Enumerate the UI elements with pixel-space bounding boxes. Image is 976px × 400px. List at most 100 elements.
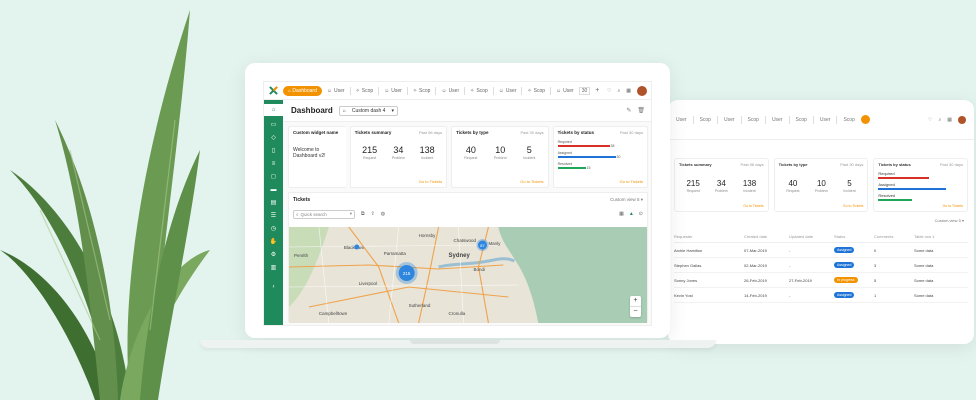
go-to-tickets-link[interactable]: Go to Tickets xyxy=(943,204,963,208)
view-select[interactable]: Custom view 5 ▾ xyxy=(610,197,643,203)
table-row[interactable]: Stephen Gallas 02-Mar-2019 - Assigned 3 … xyxy=(674,258,968,273)
stat-value: 40 xyxy=(788,179,798,188)
monitor-icon[interactable]: ▭ xyxy=(270,121,278,129)
clock-icon[interactable]: ◷ xyxy=(270,225,278,233)
database-icon[interactable]: ≡ xyxy=(270,160,278,168)
tab-label: Scop xyxy=(419,87,431,94)
tickets-summary-card: Tickets summary Past 96 days 215 Request 3… xyxy=(349,126,448,188)
tablet-tab[interactable]: Scop xyxy=(748,117,759,123)
tablet-tab[interactable]: User xyxy=(820,117,831,123)
table-row[interactable]: Archie Hamilton 07-Mar-2019 - Assigned 0… xyxy=(674,243,968,258)
cell-created: 02-Mar-2019 xyxy=(744,262,767,268)
column-header[interactable]: Table row 1 xyxy=(914,234,954,239)
tablet-active-indicator[interactable] xyxy=(860,115,870,124)
column-header[interactable]: Updated date xyxy=(789,234,834,239)
stat-value: 10 xyxy=(816,179,826,188)
tablet-tab[interactable]: Scop xyxy=(843,117,854,123)
home-icon[interactable]: ⌂ xyxy=(264,104,283,116)
tab-user[interactable]: ☺ User xyxy=(556,88,574,94)
table-view-icon[interactable]: ▦ xyxy=(619,211,624,217)
globe-icon[interactable]: ◍ xyxy=(381,211,385,217)
tablet-tab[interactable]: Scop xyxy=(700,117,711,123)
dashboard-tab-label: Dashboard xyxy=(292,87,317,94)
cell-created: 14-Feb-2019 xyxy=(744,292,767,298)
status-label: Resolved xyxy=(878,193,896,198)
tag-icon[interactable]: ◇ xyxy=(270,134,278,142)
document-icon[interactable]: ▤ xyxy=(270,199,278,207)
column-header[interactable]: Created date xyxy=(744,234,789,239)
calendar-icon[interactable]: ▦ xyxy=(626,88,631,94)
hand-icon[interactable]: ✋ xyxy=(270,238,278,246)
stat-label: Incident xyxy=(743,189,756,193)
tab-label: Scop xyxy=(476,87,488,94)
table-row[interactable]: Kevin Yost 14-Feb-2019 - Assigned 1 Some… xyxy=(674,288,968,303)
search-icon[interactable]: ⌕ xyxy=(617,88,620,94)
zoom-out-button[interactable]: − xyxy=(630,306,641,317)
delete-icon[interactable]: 🗑 xyxy=(637,107,645,114)
list-icon[interactable]: ☰ xyxy=(270,212,278,220)
trash-icon[interactable]: ▯ xyxy=(270,147,278,155)
app-logo-icon[interactable] xyxy=(268,86,278,96)
table-row[interactable]: Sonny Jones 26-Feb-2019 27-Feb-2019 In p… xyxy=(674,273,968,288)
column-header[interactable]: Status xyxy=(834,234,874,239)
status-resolved: Resolved 15 xyxy=(557,162,643,170)
tablet-tab[interactable]: User xyxy=(724,117,735,123)
search-icon[interactable]: ⌕ xyxy=(938,117,941,123)
search-input[interactable]: ⌕ Quick search ▾ xyxy=(293,209,355,219)
status-bar xyxy=(557,156,616,159)
tab-scop[interactable]: ✧ Scop xyxy=(356,88,374,94)
go-to-tickets-link[interactable]: Go to Tickets xyxy=(620,179,643,184)
copy-icon[interactable]: ⧉ xyxy=(361,211,365,217)
go-to-tickets-link[interactable]: Go to Tickets xyxy=(743,204,763,208)
tab-count[interactable]: 30 xyxy=(578,86,591,95)
map-view[interactable]: Sydney Parramatta Blacktown Liverpool Ma… xyxy=(289,227,647,323)
calendar-icon[interactable]: ▦ xyxy=(947,117,952,123)
column-header[interactable]: Requester xyxy=(674,234,744,239)
tab-scop[interactable]: ✧ Scop xyxy=(527,88,545,94)
tablet-tab[interactable]: Scop xyxy=(796,117,807,123)
cell-updated: - xyxy=(789,292,791,298)
tab-user[interactable]: ☺ User xyxy=(441,88,459,94)
go-to-tickets-link[interactable]: Go to Tickets xyxy=(419,179,442,184)
expand-icon[interactable]: › xyxy=(270,283,278,291)
tab-user[interactable]: ☺ User xyxy=(327,88,345,94)
settings-icon[interactable]: ⚙ xyxy=(270,251,278,259)
dashboard-tab[interactable]: ⌂ Dashboard xyxy=(283,85,322,96)
user-icon: ☺ xyxy=(556,87,562,94)
cell-created: 26-Feb-2019 xyxy=(744,277,767,283)
edit-icon[interactable]: ✎ xyxy=(626,107,631,114)
status-label: Assigned xyxy=(878,182,895,187)
tab-scop[interactable]: ✧ Scop xyxy=(413,88,431,94)
avatar[interactable] xyxy=(958,115,966,124)
tablet-view-select[interactable]: Custom view 5 ▾ xyxy=(668,212,974,223)
map-label: Blacktown xyxy=(344,245,365,250)
avatar[interactable] xyxy=(637,85,647,96)
tablet-tab[interactable]: User xyxy=(676,117,687,123)
map-view-icon[interactable]: ⊙ xyxy=(639,211,643,217)
tablet-tab[interactable]: User xyxy=(772,117,783,123)
stat-label: Request xyxy=(686,189,700,193)
chart-icon[interactable]: ▥ xyxy=(270,264,278,272)
export-icon[interactable]: ⇪ xyxy=(371,211,375,217)
go-to-tickets-link[interactable]: Go to Tickets xyxy=(843,204,863,208)
tab-user[interactable]: ☺ User xyxy=(384,88,402,94)
card-icon[interactable]: ▬ xyxy=(270,186,278,194)
chart-view-icon[interactable]: ▲ xyxy=(629,211,634,217)
zoom-in-button[interactable]: + xyxy=(630,296,641,306)
scope-icon: ✧ xyxy=(470,87,475,94)
tab-user[interactable]: ☺ User xyxy=(499,88,517,94)
status-assigned: Assigned 30 xyxy=(557,151,643,159)
user-icon: ☺ xyxy=(326,87,332,94)
cell-updated: 27-Feb-2019 xyxy=(789,277,812,283)
add-tab-button[interactable]: + xyxy=(595,87,599,94)
tab-scop[interactable]: ✧ Scop xyxy=(470,88,488,94)
heart-icon[interactable]: ♡ xyxy=(928,117,932,123)
status-bar-assigned xyxy=(878,188,947,190)
heart-icon[interactable]: ♡ xyxy=(607,88,611,94)
column-header[interactable]: Comments xyxy=(874,234,914,239)
card-title: Tickets by type xyxy=(778,162,808,167)
card-period: Past 30 days xyxy=(939,162,964,167)
go-to-tickets-link[interactable]: Go to Tickets xyxy=(520,179,543,184)
dashboard-select[interactable]: ⌂ Custom dash 4 ▾ xyxy=(338,105,398,116)
chat-icon[interactable]: ◻ xyxy=(270,173,278,181)
